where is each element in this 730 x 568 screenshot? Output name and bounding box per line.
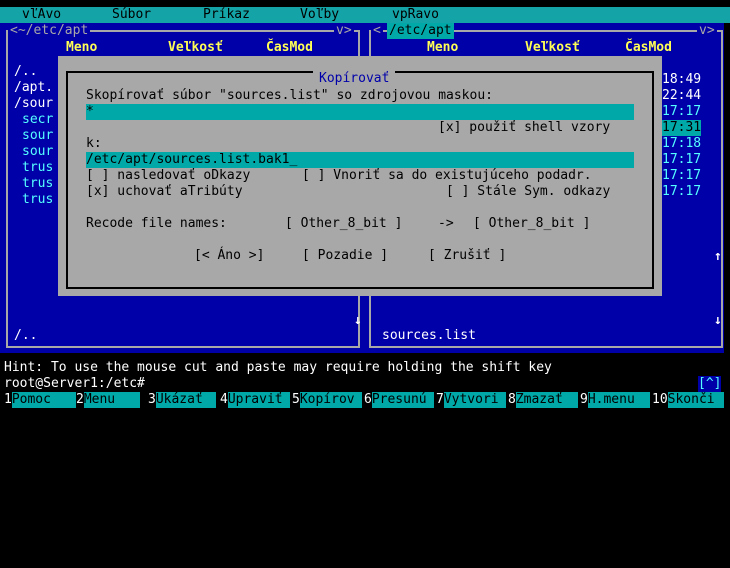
stable-symlinks-checkbox[interactable]: [ ] Stále Sym. odkazy — [446, 184, 610, 200]
right-file-time: 17:17 — [662, 104, 702, 119]
right-file-time: 17:17 — [662, 184, 702, 199]
background-button[interactable]: [ Pozadie ] — [302, 248, 388, 264]
left-file-row[interactable]: /apt. — [14, 80, 53, 96]
right-file-time: 22:44 — [662, 88, 702, 103]
left-file-row[interactable]: trus — [22, 176, 53, 192]
right-header-size[interactable]: Veľkosť — [525, 40, 580, 56]
left-file-row[interactable]: trus — [22, 192, 53, 208]
fkey-3[interactable]: 3Ukázať — [148, 392, 216, 408]
left-panel-history[interactable]: v> — [334, 23, 354, 39]
right-panel-path-open[interactable]: < — [371, 23, 383, 39]
left-file-row[interactable]: sour — [22, 128, 53, 144]
shell-patterns-checkbox[interactable]: [x] použiť shell vzory — [438, 120, 610, 136]
left-file-row[interactable]: sour — [22, 144, 53, 160]
destination-input[interactable]: /etc/apt/sources.list.bak1_ — [86, 152, 634, 168]
fkey-1[interactable]: 1Pomoc — [4, 392, 76, 408]
function-key-bar: 1Pomoc 2Menu 3Ukázať 4Upraviť 5Kopírov 6… — [0, 392, 730, 408]
fkey-4[interactable]: 4Upraviť — [220, 392, 290, 408]
right-scroll-down-icon[interactable]: ↓ — [714, 313, 722, 329]
menu-command[interactable]: Príkaz — [203, 7, 250, 23]
hint-line: Hint: To use the mouse cut and paste may… — [4, 360, 552, 375]
destination-label: k: — [86, 136, 102, 151]
follow-links-checkbox[interactable]: [ ] nasledovať oDkazy — [86, 168, 250, 184]
shell-prompt[interactable]: root@Server1:/etc# — [4, 376, 145, 392]
recode-from-button[interactable]: [ Other_8_bit ] — [285, 216, 402, 232]
mask-label: Skopírovať súbor "sources.list" so zdroj… — [86, 88, 493, 103]
destination-input-value: /etc/apt/sources.list.bak1_ — [86, 152, 298, 167]
dive-subdir-checkbox[interactable]: [ ] Vnoriť sa do existujúceho podadr. — [302, 168, 592, 184]
ok-button[interactable]: [< Áno >] — [194, 248, 264, 264]
right-file-time: 17:17 — [662, 152, 702, 167]
bottom-strip — [0, 408, 730, 417]
fkey-2[interactable]: 2Menu — [76, 392, 140, 408]
right-header-name[interactable]: Meno — [427, 40, 458, 56]
right-scroll-up-icon[interactable]: ↑ — [714, 249, 722, 265]
menu-bar: vľAvo Súbor Príkaz Voľby vpRavo — [0, 7, 730, 23]
menu-options[interactable]: Voľby — [300, 7, 339, 23]
left-panel-footer: /.. — [14, 328, 38, 343]
dialog-title: Kopírovať — [313, 71, 396, 87]
left-header-mtime[interactable]: ČasMod — [266, 40, 313, 56]
left-file-row[interactable]: /sour — [14, 96, 53, 112]
left-file-row[interactable]: secr — [22, 112, 53, 128]
left-header-size[interactable]: Veľkosť — [168, 40, 223, 56]
cancel-button[interactable]: [ Zrušiť ] — [428, 248, 506, 264]
preserve-attributes-checkbox[interactable]: [x] uchovať aTribúty — [86, 184, 243, 200]
fkey-10[interactable]: 10Skonči — [652, 392, 724, 408]
right-panel-history[interactable]: v> — [697, 23, 717, 39]
mask-input-value: * — [86, 104, 94, 119]
fkey-6[interactable]: 6Presunú — [364, 392, 434, 408]
right-panel-footer: sources.list — [382, 328, 476, 343]
left-header-name[interactable]: Meno — [66, 40, 97, 56]
recode-to-button[interactable]: [ Other_8_bit ] — [473, 216, 590, 232]
menu-right[interactable]: vpRavo — [392, 7, 439, 23]
mask-input[interactable]: * — [86, 104, 634, 120]
right-file-time: 17:17 — [662, 168, 702, 183]
fkey-8[interactable]: 8Zmazať — [508, 392, 578, 408]
menu-file[interactable]: Súbor — [112, 7, 151, 23]
fkey-9[interactable]: 9H.menu — [580, 392, 650, 408]
menu-left[interactable]: vľAvo — [22, 7, 61, 23]
recode-arrow: -> — [438, 216, 454, 231]
right-file-time: 17:18 — [662, 136, 702, 151]
recode-label: Recode file names: — [86, 216, 227, 231]
fkey-7[interactable]: 7Vytvori — [436, 392, 506, 408]
command-history-button[interactable]: [^] — [698, 376, 722, 392]
left-panel-path[interactable]: <~/etc/apt — [8, 23, 91, 39]
left-scroll-down-icon[interactable]: ↓ — [354, 313, 362, 329]
fkey-5[interactable]: 5Kopírov — [292, 392, 362, 408]
right-file-time: 18:49 — [662, 72, 702, 87]
right-header-mtime[interactable]: ČasMod — [625, 40, 672, 56]
left-file-row[interactable]: trus — [22, 160, 53, 176]
right-panel-path[interactable]: /etc/apt — [387, 23, 454, 39]
right-file-time-selected: 17:31 — [662, 120, 702, 136]
left-file-row[interactable]: /.. — [14, 64, 37, 80]
